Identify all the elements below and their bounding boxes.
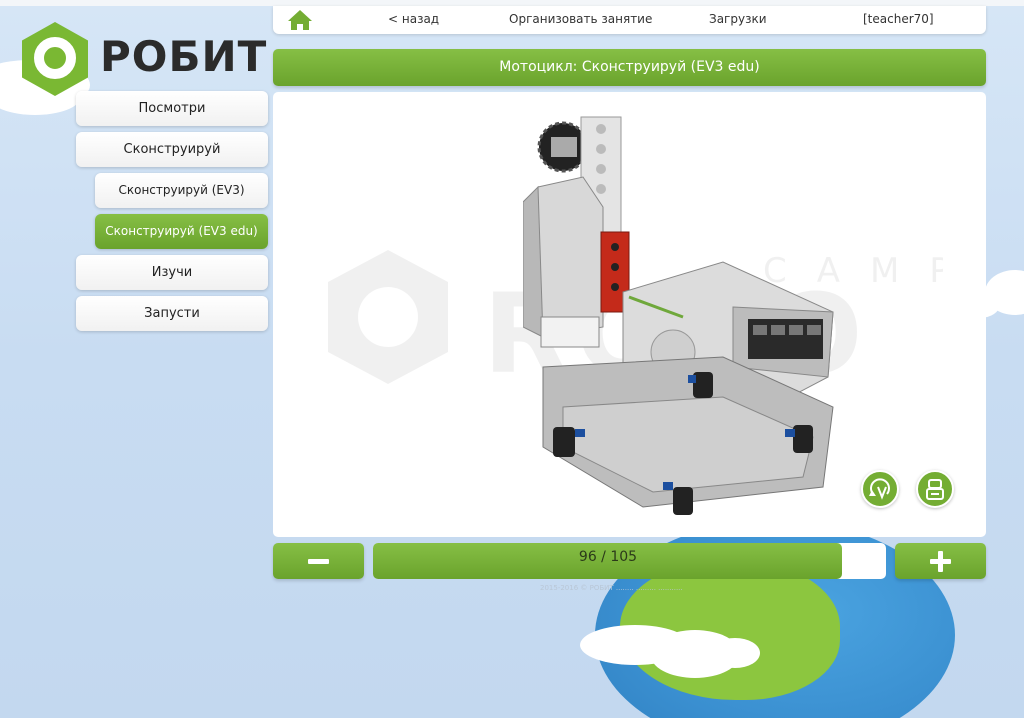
page-title: Мотоцикл: Сконструируй (EV3 edu) xyxy=(273,49,986,86)
home-icon[interactable] xyxy=(287,9,313,31)
rotate-icon xyxy=(869,478,890,500)
sidebar-item-build-ev3-edu[interactable]: Сконструируй (EV3 edu) xyxy=(95,214,268,249)
downloads-link[interactable]: Загрузки xyxy=(709,12,767,26)
step-progress-bar[interactable]: 96 / 105 xyxy=(373,543,886,579)
step-counter: 96 / 105 xyxy=(578,549,638,565)
lego-model-image xyxy=(523,116,834,515)
sidebar-item-learn[interactable]: Изучи xyxy=(76,255,268,290)
rotate-view-button[interactable] xyxy=(861,470,899,508)
next-step-button[interactable] xyxy=(895,543,986,579)
logo-ring-icon xyxy=(34,37,76,79)
instruction-viewer: CAMP ROBO xyxy=(273,92,986,537)
plus-icon xyxy=(930,551,951,572)
sidebar-item-run[interactable]: Запусти xyxy=(76,296,268,331)
top-nav: < назад Организовать занятие Загрузки [t… xyxy=(273,6,986,34)
minus-icon xyxy=(308,559,329,564)
user-account-link[interactable]: [teacher70] xyxy=(863,12,934,26)
sidebar-item-view[interactable]: Посмотри xyxy=(76,91,268,126)
logo-text: РОБИТ xyxy=(100,32,268,81)
logo[interactable]: РОБИТ xyxy=(14,20,268,100)
previous-step-button[interactable] xyxy=(273,543,364,579)
robot-view-button[interactable] xyxy=(916,470,954,508)
organize-lesson-link[interactable]: Организовать занятие xyxy=(509,12,652,26)
footer-copyright: 2015-2016 © РОБИТ ........ ......... ...… xyxy=(540,584,683,592)
cloud xyxy=(710,638,760,668)
back-link[interactable]: < назад xyxy=(388,12,439,26)
robot-icon xyxy=(926,479,944,500)
sidebar-item-build-ev3[interactable]: Сконструируй (EV3) xyxy=(95,173,268,208)
sidebar-item-build[interactable]: Сконструируй xyxy=(76,132,268,167)
